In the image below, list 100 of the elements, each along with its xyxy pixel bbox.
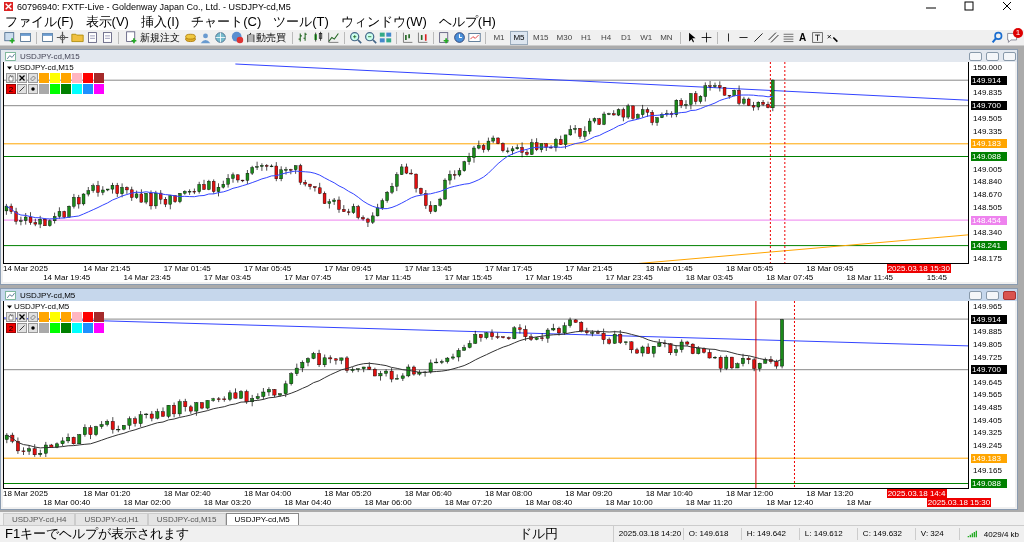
cross-mark-icon[interactable] xyxy=(17,312,27,322)
chart-tab[interactable]: USDJPY-cd,H1 xyxy=(75,513,148,525)
color-swatch[interactable] xyxy=(94,84,104,94)
bar-chart-icon[interactable] xyxy=(297,31,310,44)
globe-icon[interactable] xyxy=(214,31,227,44)
new-chart-icon[interactable] xyxy=(4,31,17,44)
menu-item[interactable]: 表示(V) xyxy=(85,13,129,30)
window-icon[interactable] xyxy=(19,31,32,44)
color-swatch[interactable] xyxy=(61,73,71,83)
color-swatch[interactable] xyxy=(83,323,93,333)
color-swatch[interactable] xyxy=(39,323,49,333)
color-swatch[interactable] xyxy=(61,323,71,333)
color-swatch[interactable] xyxy=(83,84,93,94)
dropdown-triangle-icon[interactable] xyxy=(7,304,12,309)
auto-scroll-icon[interactable] xyxy=(416,31,429,44)
close-button[interactable] xyxy=(1003,51,1016,61)
restore-button[interactable] xyxy=(986,51,999,61)
new-order-button[interactable]: 新規注文 xyxy=(123,30,182,45)
pen-line-icon[interactable] xyxy=(17,323,27,333)
text-tool-button[interactable]: A xyxy=(796,32,809,43)
auto-trading-button[interactable]: 自動売買 xyxy=(229,30,288,45)
color-swatch[interactable] xyxy=(50,84,60,94)
close-button[interactable] xyxy=(1003,290,1016,300)
indicators-icon[interactable] xyxy=(438,31,451,44)
new-order-icon[interactable] xyxy=(125,31,138,44)
menu-item[interactable]: ウィンドウ(W) xyxy=(340,13,427,30)
trend-line[interactable] xyxy=(234,63,968,101)
person-icon[interactable] xyxy=(199,31,212,44)
fibonacci-icon[interactable] xyxy=(781,31,795,44)
time-marker-line[interactable] xyxy=(794,301,795,488)
menu-item[interactable]: ツール(T) xyxy=(273,13,329,30)
menu-item[interactable]: チャート(C) xyxy=(191,13,262,30)
minimize-button[interactable] xyxy=(969,290,982,300)
tile-windows-icon[interactable] xyxy=(379,31,392,44)
color-swatch[interactable] xyxy=(50,73,60,83)
dot-icon[interactable] xyxy=(28,84,38,94)
chart-tab[interactable]: USDJPY-cd,M5 xyxy=(225,513,299,525)
document-icon[interactable] xyxy=(101,31,114,44)
dropdown-triangle-icon[interactable] xyxy=(7,65,12,70)
price-level-line[interactable] xyxy=(4,245,968,247)
template-icon[interactable] xyxy=(468,31,481,44)
restore-button[interactable] xyxy=(986,290,999,300)
time-marker-line[interactable] xyxy=(784,62,786,263)
color-swatch[interactable] xyxy=(39,312,49,322)
minimize-button[interactable] xyxy=(969,51,982,61)
crosshair-icon[interactable] xyxy=(56,31,69,44)
candle-chart-icon[interactable] xyxy=(312,31,325,44)
zoom-out-icon[interactable] xyxy=(364,31,377,44)
color-swatch[interactable] xyxy=(61,84,71,94)
timeframe-button[interactable]: H4 xyxy=(597,30,616,45)
price-level-line[interactable] xyxy=(4,79,968,81)
color-swatch[interactable] xyxy=(61,312,71,322)
color-swatch[interactable] xyxy=(72,84,82,94)
price-level-line[interactable] xyxy=(4,219,968,221)
color-swatch[interactable] xyxy=(39,84,49,94)
line-width-button[interactable]: 2 xyxy=(6,323,16,333)
color-swatch[interactable] xyxy=(94,323,104,333)
notification-button[interactable]: 1 xyxy=(1006,31,1020,44)
timeframe-button[interactable]: MN xyxy=(657,30,676,45)
window-icon[interactable] xyxy=(41,31,54,44)
clock-icon[interactable] xyxy=(453,31,466,44)
zoom-in-icon[interactable] xyxy=(349,31,362,44)
price-level-line[interactable] xyxy=(4,143,968,145)
timeframe-button[interactable]: M30 xyxy=(553,30,576,45)
timeframe-button[interactable]: H1 xyxy=(577,30,596,45)
chart-shift-icon[interactable] xyxy=(401,31,414,44)
chart-tab[interactable]: USDJPY-cd,M15 xyxy=(147,513,226,525)
document-icon[interactable] xyxy=(86,31,99,44)
search-icon[interactable] xyxy=(991,31,1004,44)
color-swatch[interactable] xyxy=(50,312,60,322)
color-swatch[interactable] xyxy=(39,73,49,83)
chart-tab[interactable]: USDJPY-cd,H4 xyxy=(3,513,76,525)
price-level-line[interactable] xyxy=(4,369,968,371)
price-level-line[interactable] xyxy=(4,105,968,107)
coins-icon[interactable] xyxy=(184,31,197,44)
cross-mark-icon[interactable] xyxy=(17,73,27,83)
trend-line-icon[interactable] xyxy=(751,31,765,44)
color-swatch[interactable] xyxy=(50,323,60,333)
timeframe-button[interactable]: W1 xyxy=(637,30,656,45)
timeframe-button[interactable]: D1 xyxy=(617,30,636,45)
dot-icon[interactable] xyxy=(28,323,38,333)
menu-item[interactable]: 挿入(I) xyxy=(140,13,180,30)
color-swatch[interactable] xyxy=(83,73,93,83)
time-marker-line[interactable] xyxy=(769,62,771,263)
color-swatch[interactable] xyxy=(94,312,104,322)
line-chart-icon[interactable] xyxy=(327,31,340,44)
color-swatch[interactable] xyxy=(94,73,104,83)
pen-line-icon[interactable] xyxy=(17,84,27,94)
menu-item[interactable]: ヘルプ(H) xyxy=(438,13,496,30)
time-marker-line[interactable] xyxy=(755,301,757,488)
timeframe-button[interactable]: M15 xyxy=(530,30,552,45)
color-swatch[interactable] xyxy=(72,323,82,333)
color-swatch[interactable] xyxy=(83,312,93,322)
crosshair-icon[interactable] xyxy=(699,31,713,44)
color-swatch[interactable] xyxy=(72,73,82,83)
line-width-button[interactable]: 2 xyxy=(6,84,16,94)
text-label-icon[interactable] xyxy=(810,31,824,44)
trend-line[interactable] xyxy=(4,317,968,347)
color-swatch[interactable] xyxy=(72,312,82,322)
timeframe-button[interactable]: M5 xyxy=(510,30,528,45)
